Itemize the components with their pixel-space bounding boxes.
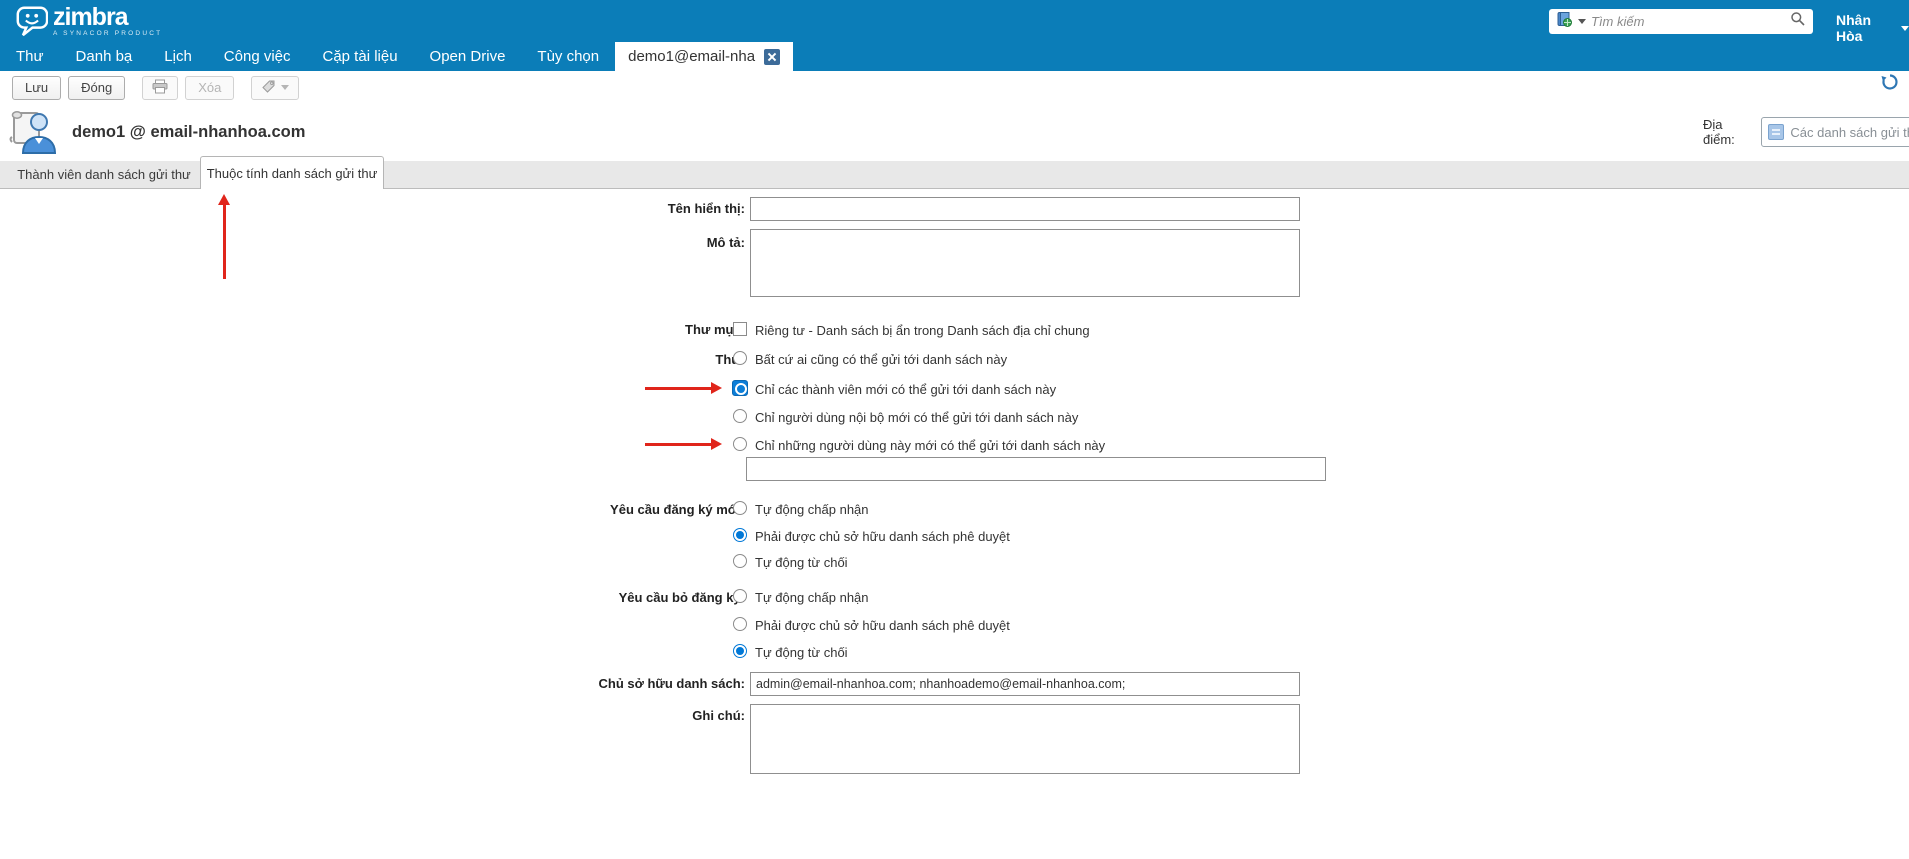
app-nav-bar: Thư Danh bạ Lịch Công việc Cặp tài liệu … — [0, 42, 1909, 71]
new-subscription-label: Yêu cầu đăng ký mới: — [610, 502, 745, 517]
distribution-lists-folder-icon — [1768, 124, 1785, 140]
search-input[interactable] — [1591, 14, 1785, 29]
newsub-auto-reject-label: Tự động từ chối — [755, 555, 848, 570]
newsub-auto-accept-label: Tự động chấp nhận — [755, 502, 869, 517]
display-name-label: Tên hiển thị: — [667, 201, 745, 216]
properties-form: Tên hiển thị: Mô tả: Thư mục: Riêng tư -… — [0, 189, 1909, 859]
unsub-owner-approval-label: Phải được chủ sở hữu danh sách phê duyệt — [755, 618, 1010, 633]
unsub-owner-approval-radio[interactable] — [733, 617, 747, 631]
page-header: demo1 @ email-nhanhoa.com Địa điểm: Các … — [0, 104, 1909, 161]
search-scope-chevron-icon[interactable] — [1578, 19, 1586, 24]
nav-item-preferences[interactable]: Tùy chọn — [521, 42, 615, 71]
mail-option-these-users-label: Chỉ những người dùng này mới có thể gửi … — [755, 438, 1106, 453]
mail-option-anyone-label: Bất cứ ai cũng có thể gửi tới danh sách … — [755, 352, 1008, 367]
nav-item-mail[interactable]: Thư — [0, 42, 60, 71]
mail-label: Thư: — [715, 352, 745, 367]
private-checkbox-label: Riêng tư - Danh sách bị ẩn trong Danh sá… — [755, 323, 1090, 338]
newsub-owner-approval-radio[interactable] — [733, 528, 747, 542]
location-value: Các danh sách gửi thư — [1790, 124, 1909, 140]
search-icon[interactable] — [1790, 11, 1806, 32]
refresh-icon[interactable] — [1881, 73, 1899, 96]
mail-option-anyone-radio[interactable] — [733, 351, 747, 365]
owners-label: Chủ sở hữu danh sách: — [598, 676, 746, 691]
distribution-list-icon — [8, 105, 60, 160]
nav-item-tasks[interactable]: Công việc — [208, 42, 307, 71]
unsub-auto-accept-radio[interactable] — [733, 589, 747, 603]
unsub-auto-accept-label: Tự động chấp nhận — [755, 590, 869, 605]
unsub-auto-reject-radio[interactable] — [733, 644, 747, 658]
location-field: Địa điểm: Các danh sách gửi thư — [1703, 117, 1909, 147]
nav-item-briefcase[interactable]: Cặp tài liệu — [307, 42, 414, 71]
delete-button[interactable]: Xóa — [185, 75, 235, 100]
user-menu[interactable]: Nhân Hòa — [1836, 12, 1909, 44]
nav-item-contacts[interactable]: Danh bạ — [60, 42, 149, 71]
mail-option-internal-label: Chỉ người dùng nội bộ mới có thể gửi tới… — [755, 410, 1079, 425]
location-picker[interactable]: Các danh sách gửi thư — [1761, 117, 1909, 147]
unsubscription-label: Yêu cầu bỏ đăng ký: — [618, 590, 745, 605]
nav-tab-distribution-list[interactable]: demo1@email-nha — [615, 42, 794, 71]
print-button[interactable] — [142, 75, 179, 100]
notes-textarea[interactable] — [750, 704, 1300, 774]
search-scope-icon[interactable] — [1556, 11, 1573, 33]
tab-properties[interactable]: Thuộc tính danh sách gửi thư — [200, 156, 384, 189]
close-button[interactable]: Đóng — [68, 75, 126, 100]
allowed-users-input[interactable] — [746, 457, 1326, 481]
private-checkbox[interactable] — [733, 322, 747, 336]
nav-tab-label: demo1@email-nha — [628, 48, 756, 65]
owners-input[interactable] — [750, 672, 1300, 696]
brand-tagline: A SYNACOR PRODUCT — [53, 30, 163, 37]
nav-item-calendar[interactable]: Lịch — [148, 42, 208, 71]
annotation-arrow-up-icon — [218, 194, 230, 279]
top-bar: zimbra A SYNACOR PRODUCT Nhân Hòa — [0, 0, 1909, 44]
mail-option-members-label: Chỉ các thành viên mới có thể gửi tới da… — [755, 382, 1057, 397]
notes-label: Ghi chú: — [692, 708, 745, 723]
unsub-auto-reject-label: Tự động từ chối — [755, 645, 848, 660]
printer-icon — [152, 79, 168, 97]
display-name-input[interactable] — [750, 197, 1300, 221]
description-label: Mô tả: — [706, 235, 745, 250]
close-icon[interactable] — [764, 48, 781, 65]
tag-button[interactable] — [251, 75, 300, 100]
tag-chevron-icon — [281, 85, 290, 90]
nav-item-open-drive[interactable]: Open Drive — [414, 42, 522, 71]
mail-option-these-users-radio[interactable] — [733, 437, 747, 451]
search-box — [1549, 9, 1813, 34]
brand-name: zimbra — [53, 3, 129, 31]
user-name: Nhân Hòa — [1836, 12, 1871, 44]
toolbar: Lưu Đóng Xóa — [0, 71, 1909, 104]
mail-option-members-radio[interactable] — [732, 380, 748, 396]
newsub-owner-approval-label: Phải được chủ sở hữu danh sách phê duyệt — [755, 529, 1010, 544]
zimbra-logo: zimbra A SYNACOR PRODUCT — [14, 4, 162, 43]
tab-strip: Thành viên danh sách gửi thư Thuộc tính … — [0, 156, 1909, 189]
newsub-auto-accept-radio[interactable] — [733, 501, 747, 515]
location-label: Địa điểm: — [1703, 117, 1735, 147]
user-menu-chevron-icon — [1901, 25, 1909, 31]
mail-option-internal-radio[interactable] — [733, 409, 747, 423]
zimbra-smiley-icon — [14, 4, 49, 43]
description-textarea[interactable] — [750, 229, 1300, 297]
newsub-auto-reject-radio[interactable] — [733, 554, 747, 568]
folder-label: Thư mục: — [685, 322, 745, 337]
tab-members[interactable]: Thành viên danh sách gửi thư — [0, 161, 208, 189]
tag-icon — [261, 79, 276, 97]
save-button[interactable]: Lưu — [12, 75, 62, 100]
page-title: demo1 @ email-nhanhoa.com — [72, 123, 306, 141]
